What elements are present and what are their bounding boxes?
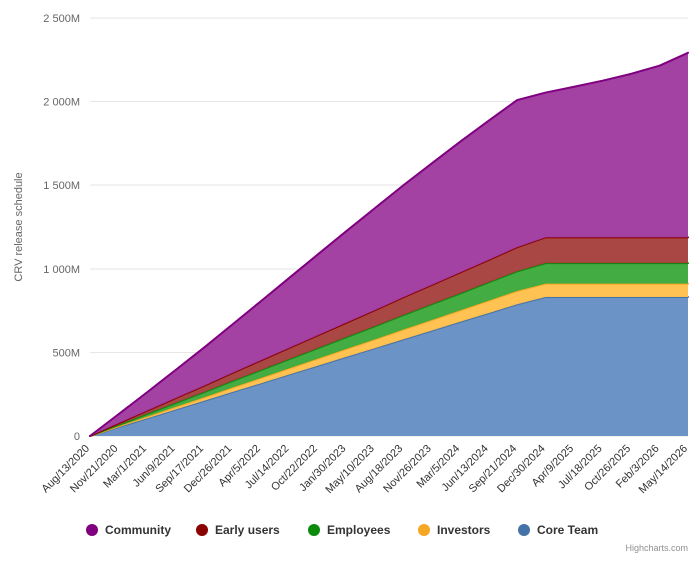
y-tick-label: 2 500M <box>43 13 80 25</box>
y-axis-tick-labels: 0 500M 1 000M 1 500M 2 000M 2 500M <box>43 13 80 443</box>
y-tick-label: 500M <box>52 347 80 359</box>
y-axis-title-text: CRV release schedule <box>13 172 25 281</box>
y-tick-label: 0 <box>74 431 80 443</box>
legend-item-label: Early users <box>215 523 280 537</box>
area-chart: 0 500M 1 000M 1 500M 2 000M 2 500M Aug/13/202… <box>13 13 691 553</box>
y-tick-label: 2 000M <box>43 97 80 109</box>
legend-marker-icon <box>518 524 530 536</box>
y-tick-label: 1 500M <box>43 180 80 192</box>
legend-marker-icon <box>196 524 208 536</box>
legend-marker-icon <box>86 524 98 536</box>
legend-item-community[interactable]: Community <box>86 523 171 537</box>
legend-item-label: Investors <box>437 523 491 537</box>
chart-legend[interactable]: Community Early users Employees Investors Co… <box>86 523 598 537</box>
highcharts-credit[interactable]: Highcharts.com <box>625 543 688 553</box>
legend-item-early-users[interactable]: Early users <box>196 523 280 537</box>
series-areas <box>89 51 689 437</box>
chart-container: 0 500M 1 000M 1 500M 2 000M 2 500M Aug/13/202… <box>0 0 700 564</box>
x-axis-tick-labels: Aug/13/2020Nov/21/2020Mar/1/2021Jun/9/20… <box>40 443 691 496</box>
y-tick-label: 1 000M <box>43 264 80 276</box>
legend-item-core-team[interactable]: Core Team <box>518 523 598 537</box>
y-axis-title: CRV release schedule <box>13 172 25 281</box>
legend-item-label: Employees <box>327 523 391 537</box>
legend-item-employees[interactable]: Employees <box>308 523 391 537</box>
legend-marker-icon <box>308 524 320 536</box>
legend-item-investors[interactable]: Investors <box>418 523 491 537</box>
legend-marker-icon <box>418 524 430 536</box>
legend-item-label: Core Team <box>537 523 598 537</box>
legend-item-label: Community <box>105 523 171 537</box>
